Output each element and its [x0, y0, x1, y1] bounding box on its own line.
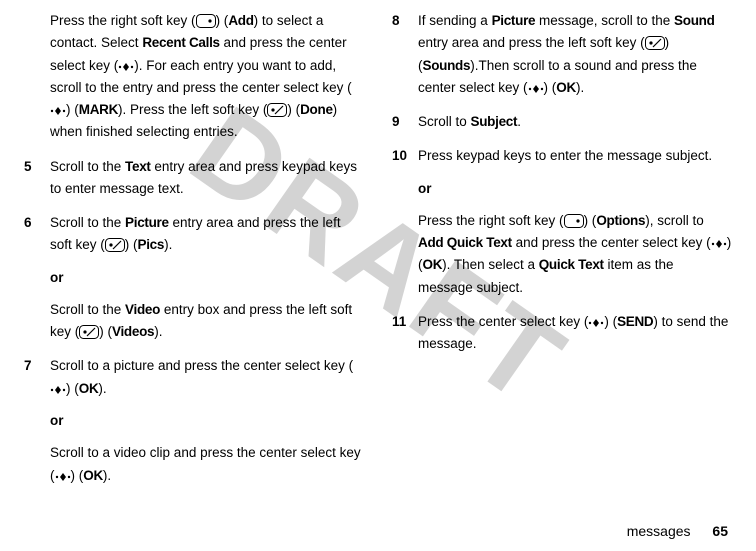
left-soft-key-icon: [645, 36, 665, 50]
content-columns: Press the right soft key () (Add) to sel…: [24, 10, 732, 500]
step-number: 9: [392, 111, 418, 133]
text: ).: [103, 468, 111, 483]
label-videos: Videos: [112, 324, 154, 339]
text: Press keypad keys to enter the message s…: [418, 148, 712, 163]
text: ) (: [66, 102, 79, 117]
center-select-key-icon: [711, 238, 727, 250]
text: ) (: [604, 314, 617, 329]
step-9: 9 Scroll to Subject.: [392, 111, 732, 133]
step-8: 8 If sending a Picture message, scroll t…: [392, 10, 732, 99]
or-separator: or: [50, 410, 364, 432]
step-4-continuation: Press the right soft key () (Add) to sel…: [24, 10, 364, 144]
step-number: 6: [24, 212, 50, 343]
step-body: Press the right soft key () (Add) to sel…: [50, 10, 364, 144]
text: and press the center select key (: [512, 235, 711, 250]
step-7: 7 Scroll to a picture and press the cent…: [24, 355, 364, 486]
label-mark: MARK: [79, 102, 118, 117]
step-number: 7: [24, 355, 50, 486]
center-select-key-icon: [55, 471, 71, 483]
left-soft-key-icon: [105, 238, 125, 252]
text: message, scroll to the: [535, 13, 674, 28]
text: Scroll to the: [50, 159, 125, 174]
text: Press the right soft key (: [50, 13, 196, 28]
text: ) (: [71, 468, 84, 483]
right-column: 8 If sending a Picture message, scroll t…: [392, 10, 732, 500]
label-add-quick-text: Add Quick Text: [418, 235, 512, 250]
label-ok: OK: [83, 468, 103, 483]
left-soft-key-icon: [267, 103, 287, 117]
label-sound: Sound: [674, 13, 715, 28]
text: ). Press the left soft key (: [118, 102, 267, 117]
text: ) (: [66, 381, 79, 396]
text: ).: [154, 324, 162, 339]
left-column: Press the right soft key () (Add) to sel…: [24, 10, 364, 500]
text: Scroll to: [418, 114, 471, 129]
footer-section-label: messages: [627, 523, 691, 539]
text: .: [517, 114, 521, 129]
step-number: 5: [24, 156, 50, 201]
label-add: Add: [228, 13, 253, 28]
footer-page-number: 65: [712, 523, 728, 539]
label-options: Options: [596, 213, 645, 228]
label-picture: Picture: [492, 13, 536, 28]
center-select-key-icon: [528, 83, 544, 95]
text: ), scroll to: [645, 213, 704, 228]
or-separator: or: [50, 267, 364, 289]
label-picture: Picture: [125, 215, 169, 230]
step-body: Scroll to Subject.: [418, 111, 732, 133]
text: ). Then select a: [442, 257, 539, 272]
right-soft-key-icon: [564, 214, 584, 228]
step-5: 5 Scroll to the Text entry area and pres…: [24, 156, 364, 201]
step-11: 11 Press the center select key () (SEND)…: [392, 311, 732, 356]
step-body: Scroll to a picture and press the center…: [50, 355, 364, 486]
label-ok: OK: [423, 257, 443, 272]
step-body: Press the center select key () (SEND) to…: [418, 311, 732, 356]
label-video: Video: [125, 302, 160, 317]
left-soft-key-icon: [79, 325, 99, 339]
step-number: 8: [392, 10, 418, 99]
or-separator: or: [418, 178, 732, 200]
center-select-key-icon: [118, 61, 134, 73]
text: ).: [576, 80, 584, 95]
text: ).: [164, 237, 172, 252]
text: ) (: [216, 13, 229, 28]
text: ).: [98, 381, 106, 396]
text: If sending a: [418, 13, 492, 28]
label-quick-text: Quick Text: [539, 257, 604, 272]
text: ) (: [99, 324, 112, 339]
page-footer: messages 65: [627, 520, 728, 543]
text: Press the right soft key (: [418, 213, 564, 228]
label-send: SEND: [617, 314, 653, 329]
text: ) (: [544, 80, 557, 95]
label-ok: OK: [556, 80, 576, 95]
center-select-key-icon: [50, 105, 66, 117]
label-ok: OK: [79, 381, 99, 396]
text: Scroll to the: [50, 215, 125, 230]
text: Scroll to the: [50, 302, 125, 317]
step-6: 6 Scroll to the Picture entry area and p…: [24, 212, 364, 343]
step-body: Scroll to the Picture entry area and pre…: [50, 212, 364, 343]
label-subject: Subject: [471, 114, 518, 129]
right-soft-key-icon: [196, 14, 216, 28]
step-body: Scroll to the Text entry area and press …: [50, 156, 364, 201]
text: ) (: [584, 213, 597, 228]
text: Scroll to a picture and press the center…: [50, 358, 353, 373]
text: ) (: [125, 237, 138, 252]
text: ) (: [287, 102, 300, 117]
text: Press the center select key (: [418, 314, 588, 329]
step-number: 11: [392, 311, 418, 356]
step-number: 10: [392, 145, 418, 299]
center-select-key-icon: [50, 384, 66, 396]
text: entry area and press the left soft key (: [418, 35, 645, 50]
center-select-key-icon: [588, 317, 604, 329]
label-recent-calls: Recent Calls: [142, 35, 219, 50]
step-body: If sending a Picture message, scroll to …: [418, 10, 732, 99]
label-pics: Pics: [138, 237, 165, 252]
step-body: Press keypad keys to enter the message s…: [418, 145, 732, 299]
step-10: 10 Press keypad keys to enter the messag…: [392, 145, 732, 299]
label-done: Done: [300, 102, 333, 117]
label-text: Text: [125, 159, 151, 174]
label-sounds: Sounds: [423, 58, 471, 73]
